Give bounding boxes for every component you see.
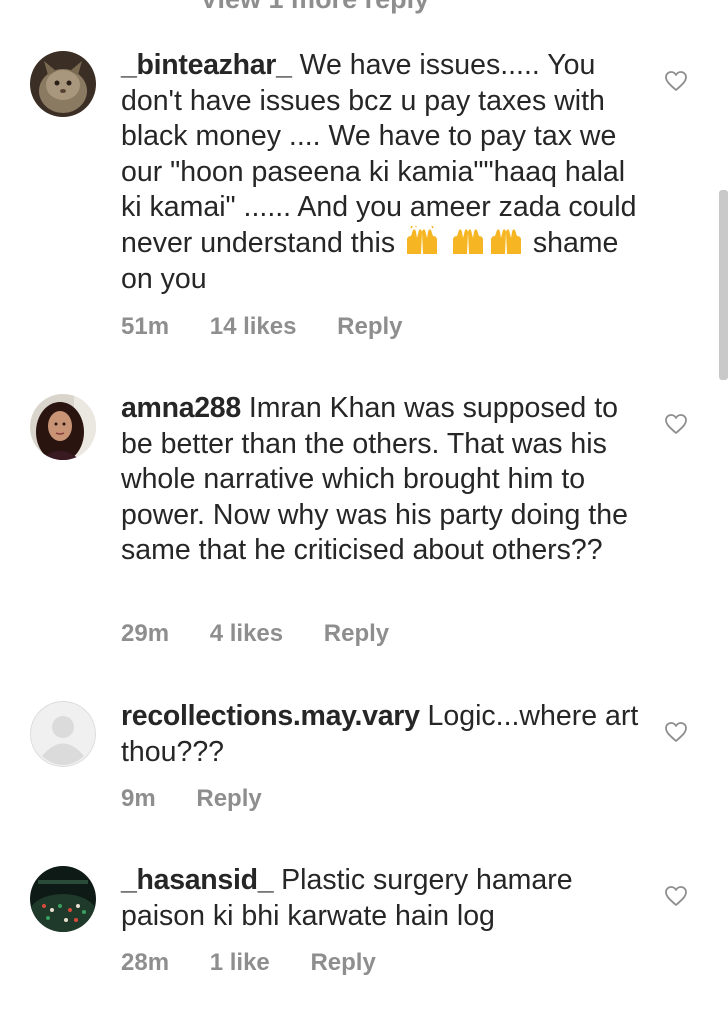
comment-likes[interactable]: 4 likes xyxy=(210,620,283,647)
raising-hands-icon xyxy=(487,226,525,256)
comment-meta: 9m Reply xyxy=(121,785,296,813)
avatar[interactable] xyxy=(30,394,96,460)
comment-username[interactable]: _hasansid_ xyxy=(121,864,274,896)
like-heart-icon[interactable] xyxy=(664,721,688,743)
comment-text: amna288 Imran Khan was supposed to be be… xyxy=(121,391,641,569)
comment-meta: 29m 4 likes Reply xyxy=(121,620,423,648)
raising-hands-icon xyxy=(403,225,441,256)
like-heart-icon[interactable] xyxy=(664,413,688,435)
comment-text: _binteazhar_ We have issues..... You don… xyxy=(121,48,641,297)
reply-button[interactable]: Reply xyxy=(324,620,389,647)
avatar[interactable] xyxy=(30,701,96,767)
like-heart-icon[interactable] xyxy=(664,885,688,907)
comment-likes[interactable]: 1 like xyxy=(210,949,270,976)
comment-time: 28m xyxy=(121,949,170,976)
comment-text: recollections.may.vary Logic...where art… xyxy=(121,699,641,770)
scrollbar[interactable] xyxy=(719,190,728,380)
comment-username[interactable]: amna288 xyxy=(121,392,241,424)
avatar[interactable] xyxy=(30,51,96,117)
comment-time: 9m xyxy=(121,785,156,812)
comment-text: _hasansid_ Plastic surgery hamare paison… xyxy=(121,863,641,934)
reply-button[interactable]: Reply xyxy=(337,313,402,340)
reply-button[interactable]: Reply xyxy=(310,949,375,976)
reply-button[interactable]: Reply xyxy=(196,785,261,812)
comment-likes[interactable]: 14 likes xyxy=(210,313,297,340)
comment-username[interactable]: _binteazhar_ xyxy=(121,49,292,81)
raising-hands-icon xyxy=(449,226,487,256)
comment-time: 29m xyxy=(121,620,170,647)
avatar[interactable] xyxy=(30,866,96,932)
comment-username[interactable]: recollections.may.vary xyxy=(121,700,420,732)
like-heart-icon[interactable] xyxy=(664,70,688,92)
comment-meta: 28m 1 like Reply xyxy=(121,949,410,977)
comment-time: 51m xyxy=(121,313,170,340)
comment-meta: 51m 14 likes Reply xyxy=(121,313,437,341)
view-more-replies-link[interactable]: View 1 more reply xyxy=(200,0,429,15)
